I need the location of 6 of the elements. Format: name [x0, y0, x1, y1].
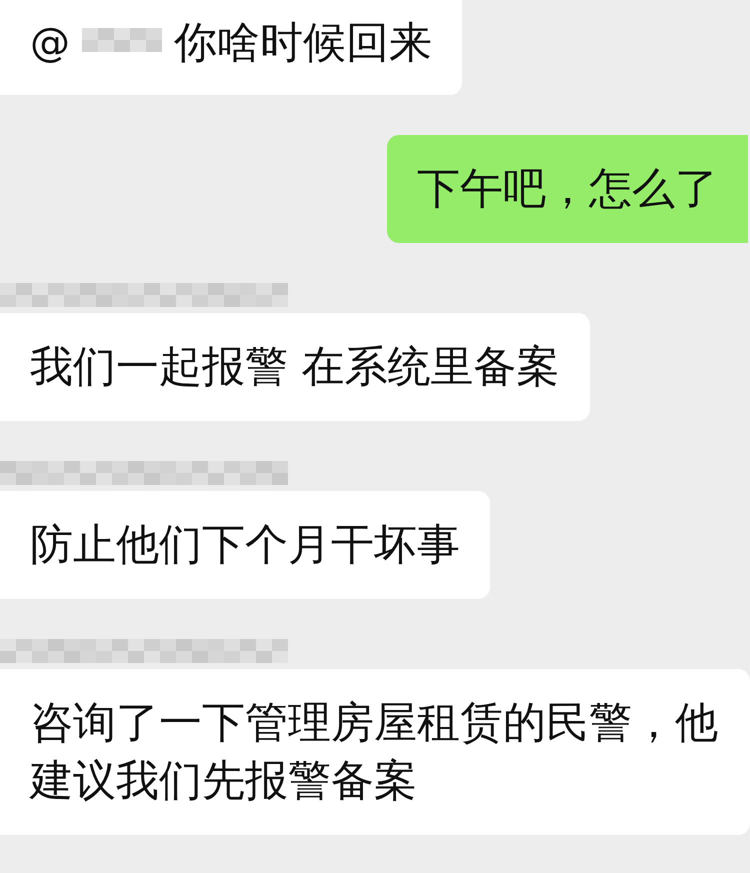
- message-text: 咨询了一下管理房屋租赁的民警，他建议我们先报警备案: [30, 697, 719, 808]
- message-text: 防止他们下个月干坏事: [30, 519, 460, 572]
- mention-text: @: [30, 19, 70, 68]
- message-text: 我们一起报警 在系统里备案: [30, 341, 560, 394]
- message-text: 下午吧，怎么了: [417, 163, 718, 216]
- message-text: 你啥时候回来: [174, 17, 432, 70]
